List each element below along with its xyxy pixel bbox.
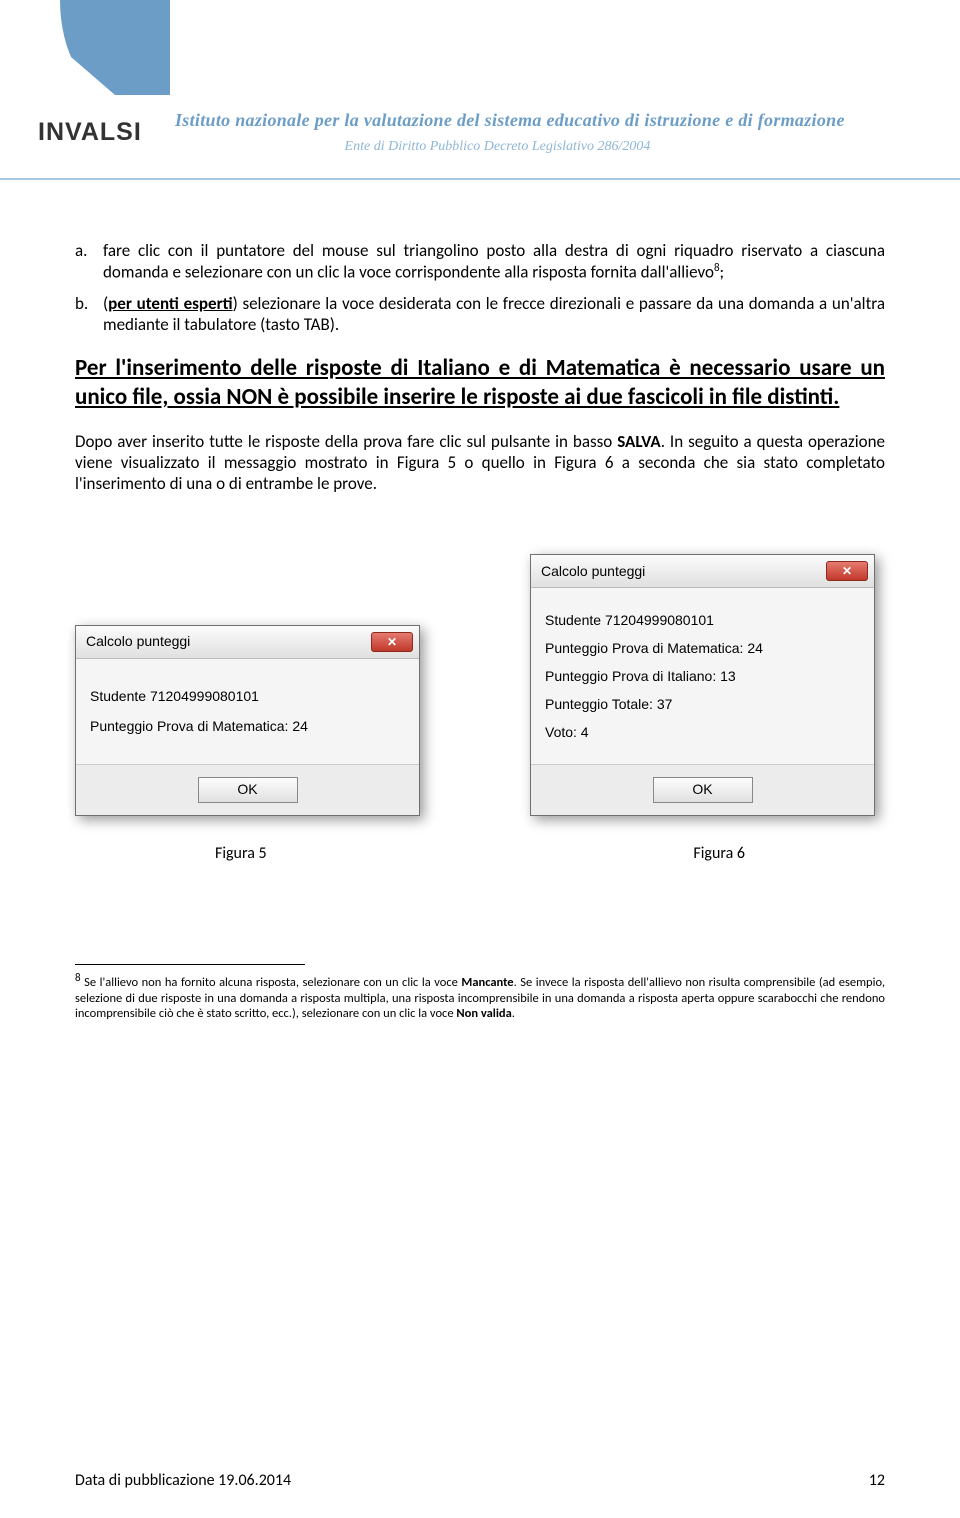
list-text-a: fare clic con il puntatore del mouse sul… [103,240,885,283]
footnote-text-c: . [512,1006,515,1021]
dialog2-line1: Studente 71204999080101 [545,606,860,634]
list-bold-b: per utenti esperti [108,293,232,314]
ok-button[interactable]: OK [653,777,753,803]
paragraph-salva: Dopo aver inserito tutte le risposte del… [75,431,885,495]
para1-a: Dopo aver inserito tutte le risposte del… [75,431,617,452]
list-item-a: a.fare clic con il puntatore del mouse s… [103,240,885,283]
dialog2-line3: Punteggio Prova di Italiano: 13 [545,662,860,690]
dialog1-titlebar: Calcolo punteggi ✕ [76,626,419,659]
dialog2-line2: Punteggio Prova di Matematica: 24 [545,634,860,662]
dialog2-line5: Voto: 4 [545,718,860,746]
header-decoration [60,0,170,95]
list-marker-a: a. [75,240,103,261]
dialog2-line4: Punteggio Totale: 37 [545,690,860,718]
footnote-bold1: Mancante [461,975,513,990]
footnote-bold2: Non valida [456,1006,511,1021]
list-marker-b: b. [75,293,103,314]
caption-figura-5: Figura 5 [215,844,267,864]
dialog2-titlebar: Calcolo punteggi ✕ [531,555,874,588]
para1-bold: SALVA [617,431,660,452]
important-heading: Per l'inserimento delle risposte di Ital… [75,354,885,413]
dialog2-title: Calcolo punteggi [541,563,645,581]
page-number: 12 [869,1471,885,1490]
header-title-block: Istituto nazionale per la valutazione de… [175,110,940,155]
list-end-a: ; [720,262,725,283]
footnote-text-a: Se l'allievo non ha fornito alcuna rispo… [81,975,462,990]
dialog1-line1: Studente 71204999080101 [90,681,405,712]
close-icon[interactable]: ✕ [371,632,413,652]
page-footer: Data di pubblicazione 19.06.2014 12 [75,1471,885,1490]
logo-text: INVALSI [38,118,142,147]
page-content: a.fare clic con il puntatore del mouse s… [0,180,960,1022]
figure-captions: Figura 5 Figura 6 [75,844,885,864]
institution-title: Istituto nazionale per la valutazione de… [175,110,940,131]
footnote-separator [75,964,305,965]
dialog1-footer: OK [76,765,419,815]
list-item-b: b.(per utenti esperti) selezionare la vo… [103,293,885,336]
close-icon[interactable]: ✕ [826,561,868,581]
page-header: INVALSI Istituto nazionale per la valuta… [0,0,960,180]
dialogs-row: Calcolo punteggi ✕ Studente 712049990801… [75,554,885,816]
footer-date: Data di pubblicazione 19.06.2014 [75,1471,291,1490]
institution-subtitle: Ente di Diritto Pubblico Decreto Legisla… [175,139,820,155]
dialog1-title: Calcolo punteggi [86,633,190,651]
dialog1-line2: Punteggio Prova di Matematica: 24 [90,711,405,742]
dialog1-body: Studente 71204999080101 Punteggio Prova … [76,659,419,766]
dialog2-body: Studente 71204999080101 Punteggio Prova … [531,588,874,765]
dialog2-footer: OK [531,765,874,815]
caption-figura-6: Figura 6 [693,844,745,864]
dialog-figura-5: Calcolo punteggi ✕ Studente 712049990801… [75,625,420,816]
dialog-figura-6: Calcolo punteggi ✕ Studente 712049990801… [530,554,875,816]
footnote-8: 8 Se l'allievo non ha fornito alcuna ris… [75,971,885,1022]
ok-button[interactable]: OK [198,777,298,803]
